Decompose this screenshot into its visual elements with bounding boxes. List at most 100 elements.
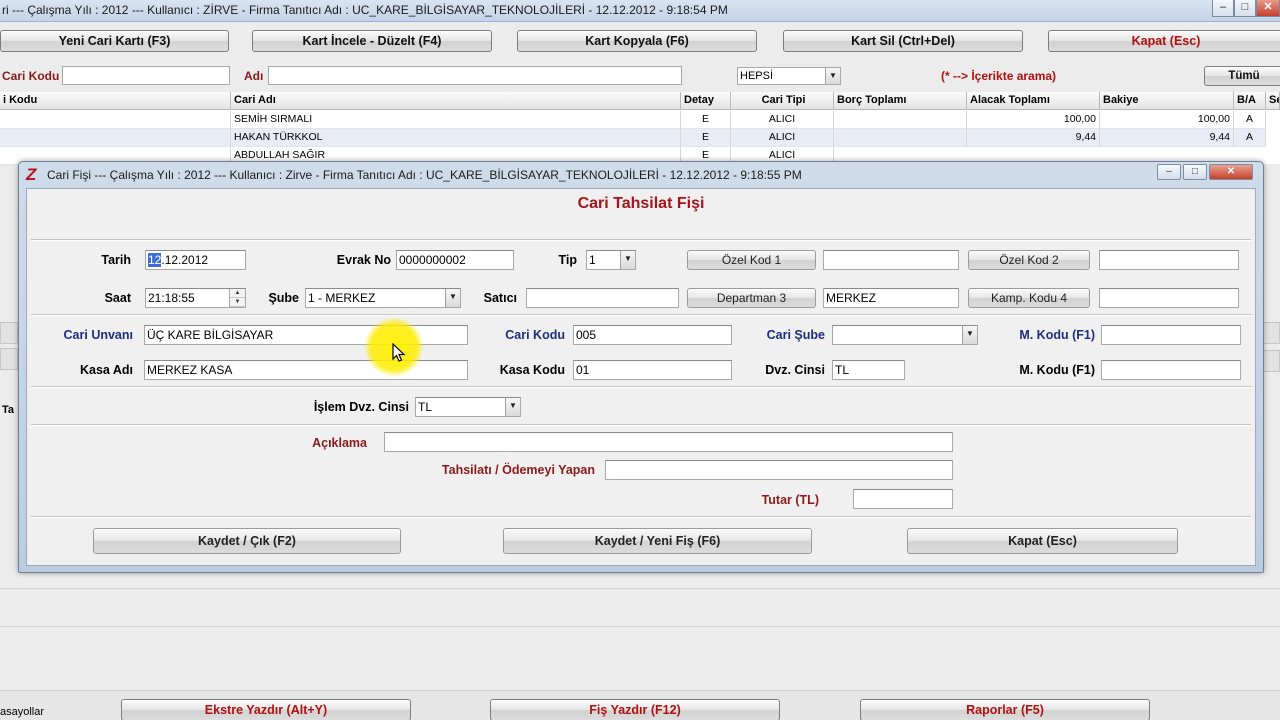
save-new-button[interactable]: Kaydet / Yeni Fiş (F6) — [503, 528, 812, 554]
column-header[interactable]: Detay — [681, 92, 731, 110]
table-cell[interactable] — [834, 111, 967, 129]
save-exit-button[interactable]: Kaydet / Çık (F2) — [93, 528, 401, 554]
chevron-down-icon[interactable]: ▼ — [962, 326, 977, 344]
table-cell[interactable]: 9,44 — [1100, 129, 1234, 147]
time-spinner[interactable]: ▲ ▼ — [229, 289, 245, 307]
main-close-button[interactable]: Kapat (Esc) — [1048, 30, 1280, 52]
chevron-down-icon[interactable]: ▼ — [825, 68, 840, 84]
minimize-icon[interactable]: – — [1212, 0, 1234, 17]
table-cell[interactable]: HAKAN TÜRKKOL — [231, 129, 681, 147]
m-code2-label: M. Kodu (F1) — [1019, 363, 1095, 377]
table-cell[interactable]: 100,00 — [967, 111, 1100, 129]
dialog-body: Cari Tahsilat Fişi Tarih 12.12.2012 Evra… — [26, 188, 1256, 566]
chevron-down-icon[interactable]: ▼ — [505, 398, 520, 416]
type-label: Tip — [558, 253, 577, 267]
account-code-input[interactable]: 005 — [573, 325, 732, 345]
date-label: Tarih — [101, 253, 131, 267]
column-header[interactable]: Alacak Toplamı — [967, 92, 1100, 110]
background-panel — [1262, 350, 1280, 372]
spin-up-icon[interactable]: ▲ — [230, 289, 245, 298]
inspect-edit-button[interactable]: Kart İncele - Düzelt (F4) — [252, 30, 492, 52]
campaign-code-button[interactable]: Kamp. Kodu 4 — [968, 288, 1090, 308]
account-branch-select[interactable]: ▼ — [832, 325, 978, 345]
table-cell[interactable]: 9,44 — [967, 129, 1100, 147]
table-cell[interactable]: ALICI — [731, 129, 834, 147]
seller-input[interactable] — [526, 288, 679, 308]
chevron-down-icon[interactable]: ▼ — [445, 289, 460, 307]
column-header[interactable]: Cari Tipi — [731, 92, 834, 110]
date-input[interactable]: 12.12.2012 — [145, 250, 246, 270]
description-input[interactable] — [384, 432, 953, 452]
table-cell[interactable] — [0, 111, 231, 129]
doc-no-input[interactable]: 0000000002 — [396, 250, 514, 270]
type-select[interactable]: 1 ▼ — [586, 250, 636, 270]
dialog-close-button[interactable]: Kapat (Esc) — [907, 528, 1178, 554]
description-label: Açıklama — [312, 436, 367, 450]
reports-button[interactable]: Raporlar (F5) — [860, 699, 1150, 720]
copy-card-button[interactable]: Kart Kopyala (F6) — [517, 30, 757, 52]
column-header[interactable]: Se — [1266, 92, 1280, 110]
accounts-grid: i Kodu Cari Adı Detay Cari Tipi Borç Top… — [0, 92, 1280, 165]
campaign-code-input[interactable] — [1099, 288, 1239, 308]
special-code2-button[interactable]: Özel Kod 2 — [968, 250, 1090, 270]
filter-type-value: HEPSİ — [740, 70, 774, 82]
table-cell[interactable] — [834, 129, 967, 147]
new-card-button[interactable]: Yeni Cari Kartı (F3) — [0, 30, 229, 52]
table-cell[interactable]: A — [1234, 111, 1266, 129]
time-input[interactable]: 21:18:55 ▲ ▼ — [145, 288, 246, 308]
m-code1-input[interactable] — [1101, 325, 1241, 345]
all-button[interactable]: Tümü — [1204, 66, 1280, 86]
special-code2-input[interactable] — [1099, 250, 1239, 270]
main-window-title: ri --- Çalışma Yılı : 2012 --- Kullanıcı… — [0, 0, 1280, 22]
payer-input[interactable] — [605, 460, 953, 480]
background-panel — [0, 322, 18, 344]
divider — [0, 588, 1280, 589]
column-header[interactable]: Borç Toplamı — [834, 92, 967, 110]
filter-type-select[interactable]: HEPSİ ▼ — [737, 67, 841, 85]
department-button[interactable]: Departman 3 — [687, 288, 816, 308]
department-input[interactable]: MERKEZ — [823, 288, 959, 308]
divider — [31, 314, 1251, 316]
special-code1-input[interactable] — [823, 250, 959, 270]
txn-currency-select[interactable]: TL ▼ — [415, 397, 521, 417]
branch-select[interactable]: 1 - MERKEZ ▼ — [305, 288, 461, 308]
column-header[interactable]: B/A — [1234, 92, 1266, 110]
column-header[interactable]: i Kodu — [0, 92, 231, 110]
filter-code-input[interactable] — [62, 66, 230, 85]
dialog-title: Cari Fişi --- Çalışma Yılı : 2012 --- Ku… — [47, 168, 802, 182]
cash-code-input[interactable]: 01 — [573, 360, 732, 380]
table-cell[interactable]: ALICI — [731, 111, 834, 129]
time-value: 21:18:55 — [148, 291, 195, 305]
account-branch-label: Cari Şube — [766, 328, 825, 342]
cash-name-input[interactable]: MERKEZ KASA — [144, 360, 468, 380]
table-cell[interactable]: SEMİH SIRMALI — [231, 111, 681, 129]
maximize-icon[interactable]: □ — [1234, 0, 1256, 17]
filter-name-input[interactable] — [268, 66, 682, 85]
minimize-icon[interactable]: – — [1157, 164, 1181, 180]
column-header[interactable]: Bakiye — [1100, 92, 1234, 110]
table-cell[interactable]: E — [681, 111, 731, 129]
special-code1-button[interactable]: Özel Kod 1 — [687, 250, 816, 270]
table-cell[interactable]: 100,00 — [1100, 111, 1234, 129]
close-icon[interactable]: ✕ — [1209, 164, 1253, 180]
m-code2-input[interactable] — [1101, 360, 1241, 380]
table-cell[interactable] — [0, 129, 231, 147]
currency-label: Dvz. Cinsi — [765, 363, 825, 377]
delete-card-button[interactable]: Kart Sil (Ctrl+Del) — [783, 30, 1023, 52]
close-icon[interactable]: ✕ — [1256, 0, 1280, 17]
branch-label: Şube — [268, 291, 299, 305]
background-panel — [1262, 322, 1280, 344]
table-cell[interactable]: E — [681, 129, 731, 147]
account-title-label: Cari Unvanı — [63, 328, 133, 342]
chevron-down-icon[interactable]: ▼ — [620, 251, 635, 269]
amount-input[interactable] — [853, 489, 953, 509]
side-label: Ta — [2, 404, 15, 416]
column-header[interactable]: Cari Adı — [231, 92, 681, 110]
statement-print-button[interactable]: Ekstre Yazdır (Alt+Y) — [121, 699, 411, 720]
table-cell[interactable]: A — [1234, 129, 1266, 147]
spin-down-icon[interactable]: ▼ — [230, 298, 245, 307]
filter-name-label: Adı — [244, 69, 264, 83]
currency-input[interactable]: TL — [832, 360, 905, 380]
maximize-icon[interactable]: □ — [1183, 164, 1207, 180]
slip-print-button[interactable]: Fiş Yazdır (F12) — [490, 699, 780, 720]
